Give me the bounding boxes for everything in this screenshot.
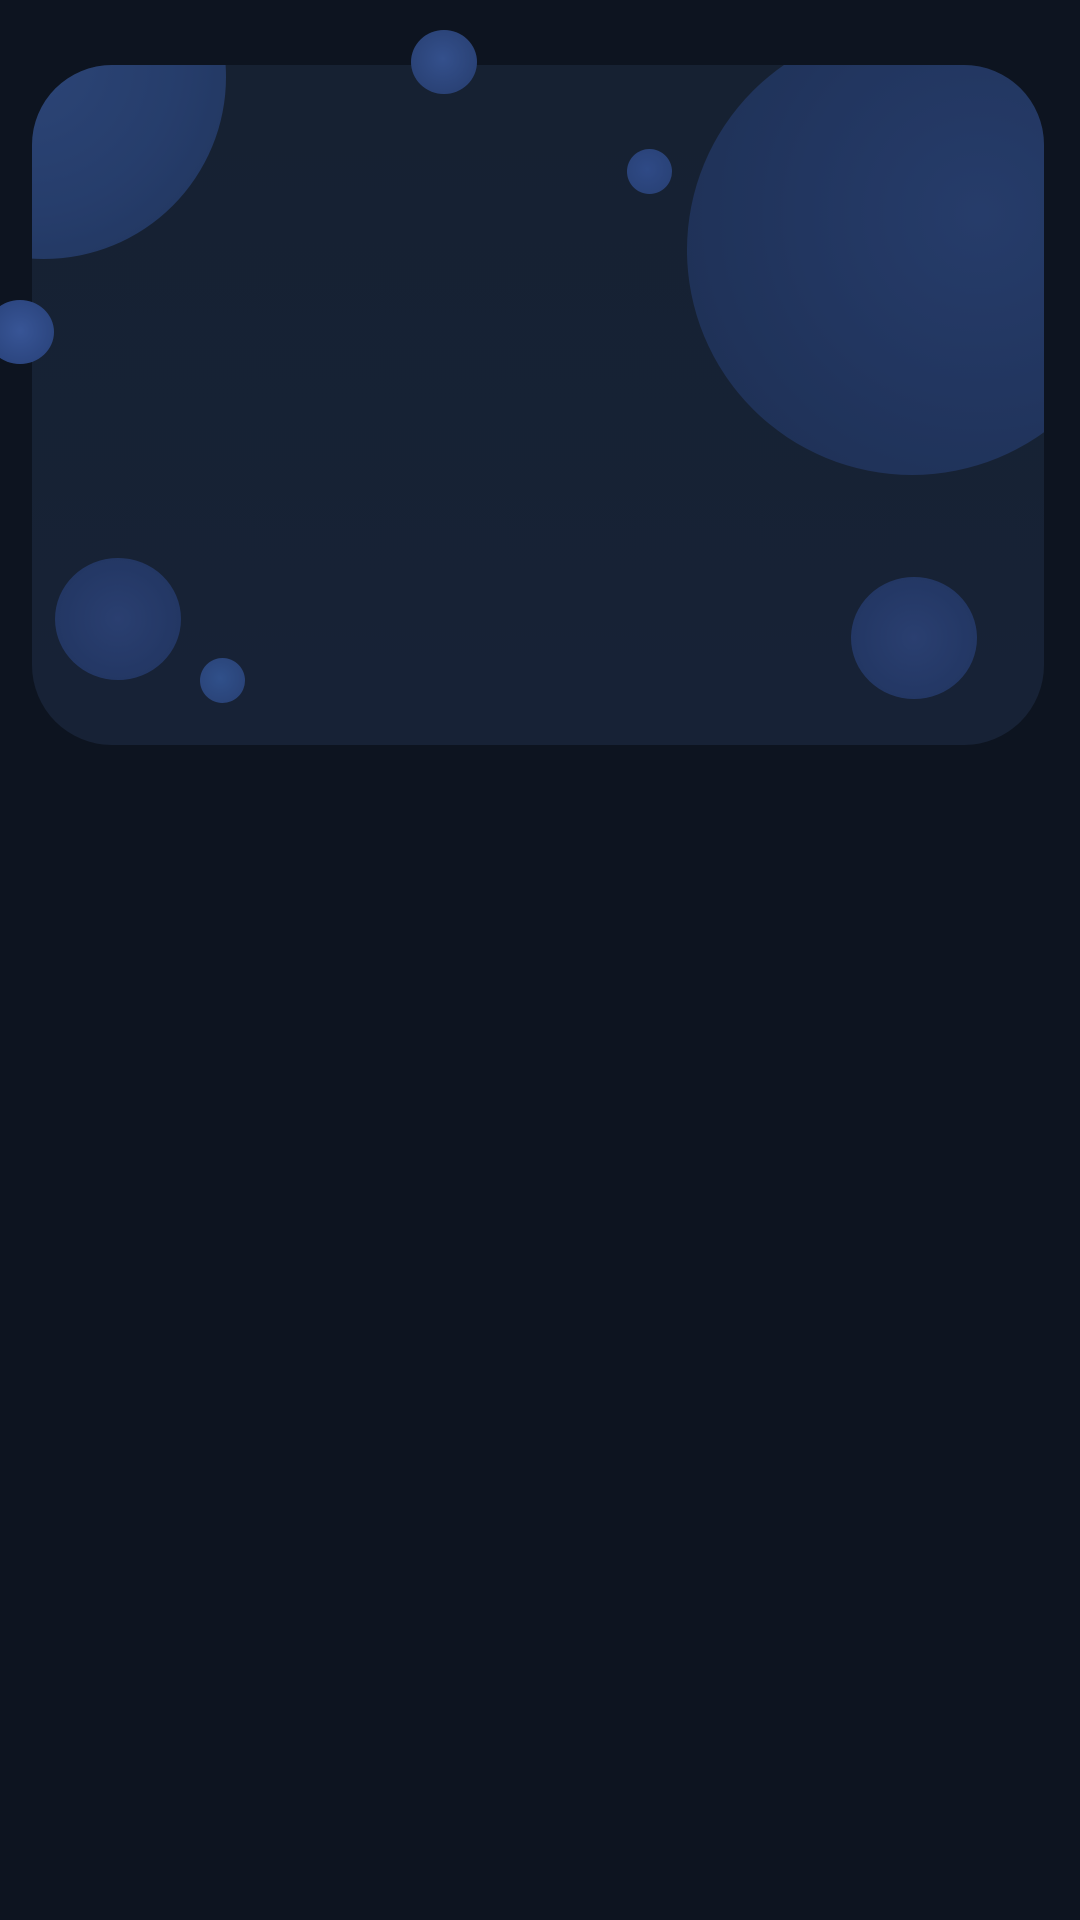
decorative-bubble-large-right xyxy=(687,65,1044,475)
decorative-bubble-top-left xyxy=(32,65,226,259)
decorative-bubble-bottom-right xyxy=(851,577,977,699)
decorative-bubble-top-edge xyxy=(411,30,477,94)
decorative-bubble-small-top xyxy=(627,149,672,194)
app-screen xyxy=(0,0,1080,1920)
decorative-bubble-small-bottom-left xyxy=(200,658,245,703)
hero-card xyxy=(32,65,1044,745)
decorative-bubble-bottom-left xyxy=(55,558,181,680)
